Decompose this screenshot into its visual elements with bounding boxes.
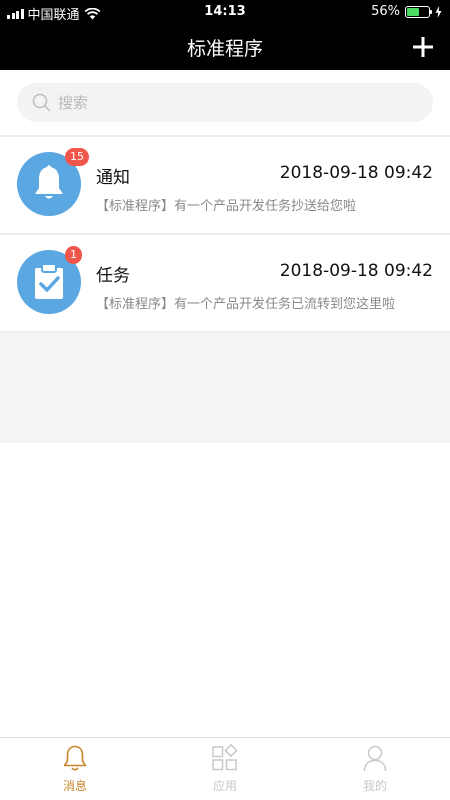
user-icon bbox=[363, 745, 387, 772]
tab-profile[interactable]: 我的 bbox=[300, 744, 450, 794]
status-bar: 中国联通 14:13 56% bbox=[0, 0, 450, 24]
tab-messages[interactable]: 消息 bbox=[0, 744, 150, 794]
item-description: 【标准程序】有一个产品开发任务已流转到您这里啦 bbox=[96, 297, 396, 312]
battery-icon bbox=[405, 5, 432, 18]
search-input[interactable]: 搜索 bbox=[17, 83, 433, 122]
search-placeholder: 搜索 bbox=[58, 94, 89, 112]
nav-bar: 标准程序 bbox=[0, 24, 450, 70]
item-title: 任务 bbox=[96, 266, 130, 286]
status-right: 56% bbox=[371, 4, 442, 19]
clipboard-check-icon bbox=[35, 263, 63, 299]
search-icon bbox=[32, 93, 51, 112]
unread-badge: 1 bbox=[65, 246, 82, 264]
empty-area bbox=[0, 333, 450, 443]
item-time: 2018-09-18 09:42 bbox=[279, 163, 433, 183]
tab-label: 消息 bbox=[62, 779, 87, 793]
tab-label: 我的 bbox=[362, 779, 387, 793]
plus-icon[interactable] bbox=[412, 36, 434, 58]
battery-level bbox=[407, 7, 419, 16]
tab-bar: 消息 应用 我的 bbox=[0, 737, 450, 800]
list-item-task[interactable]: 1 任务 2018-09-18 09:42 【标准程序】有一个产品开发任务已流转… bbox=[0, 235, 450, 331]
tab-label: 应用 bbox=[212, 779, 237, 793]
list-item-notice[interactable]: 15 通知 2018-09-18 09:42 【标准程序】有一个产品开发任务抄送… bbox=[0, 137, 450, 233]
item-title: 通知 bbox=[96, 168, 130, 188]
bell-icon bbox=[35, 165, 63, 199]
unread-badge: 15 bbox=[65, 148, 89, 166]
search-area: 搜索 bbox=[0, 70, 450, 135]
page-title: 标准程序 bbox=[186, 38, 263, 60]
item-time: 2018-09-18 09:42 bbox=[279, 261, 433, 281]
bell-outline-icon bbox=[63, 745, 87, 771]
item-description: 【标准程序】有一个产品开发任务抄送给您啦 bbox=[96, 199, 357, 214]
apps-grid-icon bbox=[212, 744, 238, 771]
tab-apps[interactable]: 应用 bbox=[150, 744, 300, 794]
battery-percent: 56% bbox=[371, 4, 400, 19]
bolt-icon bbox=[435, 5, 442, 18]
